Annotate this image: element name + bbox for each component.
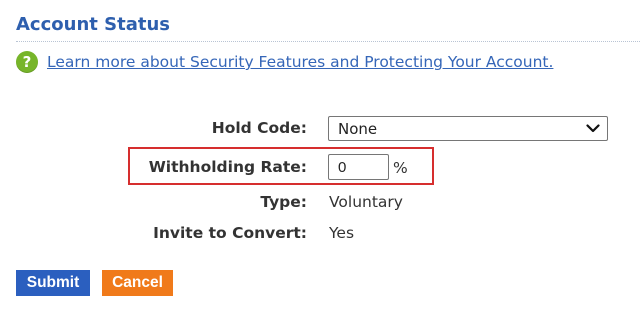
withholding-rate-input[interactable] (328, 154, 389, 180)
hold-code-selected-value: None (338, 119, 378, 138)
submit-button[interactable]: Submit (16, 270, 90, 296)
help-row: ? Learn more about Security Features and… (16, 51, 553, 73)
type-value: Voluntary (329, 193, 403, 211)
invite-to-convert-value: Yes (329, 224, 355, 242)
cancel-button[interactable]: Cancel (102, 270, 173, 296)
section-title: Account Status (16, 14, 170, 35)
withholding-rate-label: Withholding Rate: (148, 158, 307, 176)
security-features-link[interactable]: Learn more about Security Features and P… (47, 53, 553, 71)
chevron-down-icon (586, 124, 600, 133)
percent-unit: % (393, 159, 408, 177)
hold-code-label: Hold Code: (211, 119, 307, 137)
type-label: Type: (260, 193, 307, 211)
invite-to-convert-label: Invite to Convert: (153, 224, 307, 242)
question-mark-icon[interactable]: ? (16, 51, 38, 73)
title-divider (16, 41, 640, 42)
hold-code-select[interactable]: None (328, 116, 608, 141)
